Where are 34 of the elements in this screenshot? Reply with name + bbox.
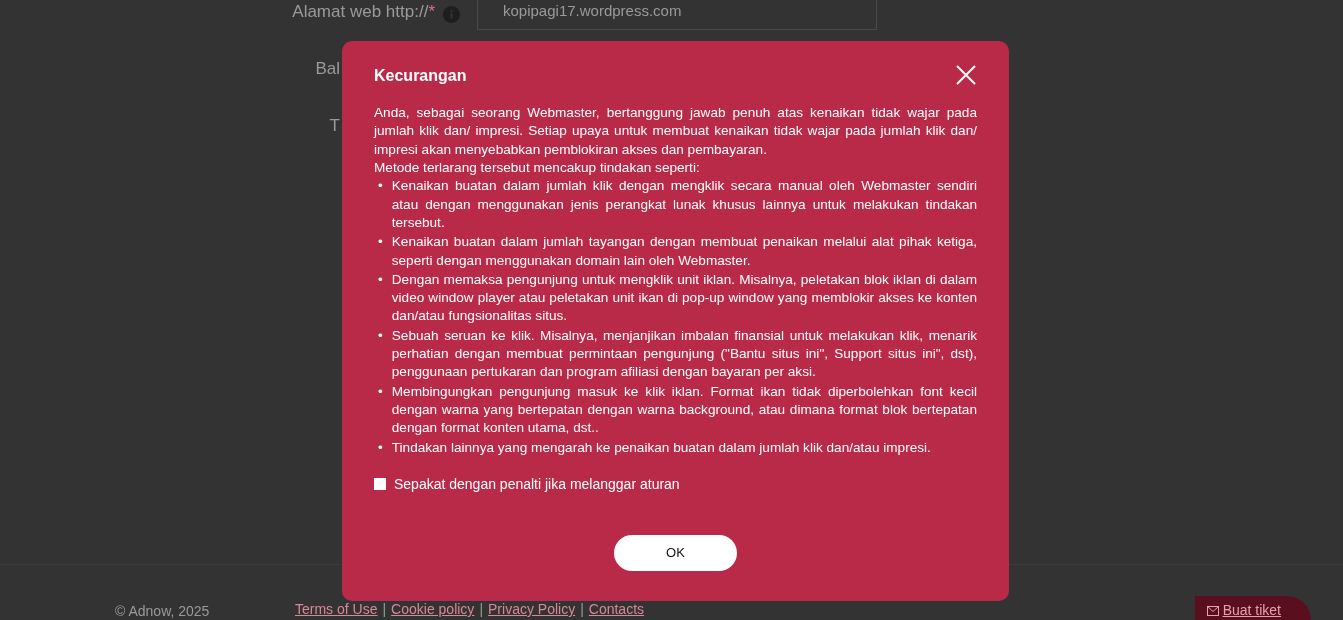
method-item: Kenaikan buatan dalam jumlah klik dengan mengklik secara manual oleh Webmaster sendiri atau dengan menggunakan jenis perangkat lunak khusus lainnya untuk melakukan tindakan tersebut. (391, 177, 977, 232)
method-item: Dengan memaksa pengunjung untuk mengklik unit iklan. Misalnya, peletakan blok iklan di dalam video window player atau peletakan unit ikan di pop-up window yang memblokir akses ke konten dan/atau fungsionalitas situs. (391, 270, 977, 326)
method-item: Sebuah seruan ke klik. Misalnya, menjanjikan imbalan finansial untuk melakukan klik, menarik perhatian dengan membuat permintaan pengunjung ("Bantu situs ini", Support situs ini", dst), penggunaan pertukaran dan program afiliasi dengan bayaran per aksi. (391, 326, 977, 382)
copyright-text: © Adnow, 2025 (115, 602, 211, 620)
footer-link[interactable]: Privacy Policy (488, 599, 576, 620)
agreement-label: Sepakat dengan penalti jika melanggar aturan (394, 474, 680, 494)
required-mark: * (428, 2, 435, 22)
ok-button[interactable]: OK (614, 535, 737, 571)
ticket-button[interactable]: Buat tiket (1194, 596, 1311, 620)
envelope-icon (1206, 605, 1219, 616)
method-item: Tindakan lainnya yang mengarah ke penaikan buatan dalam jumlah klik dan/atau impresi. (391, 438, 932, 457)
footer-link[interactable]: Contacts (588, 599, 645, 620)
link-separator: | (479, 600, 483, 619)
footer-link[interactable]: Cookie policy (391, 599, 475, 620)
bullet-mark: • (378, 326, 383, 345)
agreement-checkbox[interactable] (374, 478, 386, 491)
footer-link[interactable]: Terms of Use (295, 599, 378, 620)
field-label: Bal (315, 59, 340, 79)
close-button[interactable] (955, 63, 977, 85)
bullet-mark: • (378, 270, 383, 289)
bullet-mark: • (378, 382, 383, 401)
bullet-mark: • (378, 233, 383, 252)
field-label: Alamat web http:// (292, 2, 429, 22)
methods-heading: Metode terlarang tersebut mencakup tindakan seperti: (374, 159, 701, 178)
modal-title: Kecurangan (374, 66, 467, 86)
link-separator: | (580, 600, 584, 619)
url-field[interactable]: kopipagi17.wordpress.com (477, 0, 877, 30)
intro-paragraph: Anda, sebagai seorang Webmaster, bertanggung jawab penuh atas kenaikan tidak wajar pada jumlah klik dan/ impresi. Setiap upaya untuk membuat kenaikan tidak wajar pada jumlah klik dan/ impresi akan menyebabkan pemblokiran akses dan pembayaran. (374, 104, 977, 159)
method-item: Kenaikan buatan dalam jumlah tayangan dengan membuat penaikan melalui alat pihak ketiga, seperti dengan menggunakan domain lain oleh Webmaster. (391, 233, 977, 270)
link-separator: | (382, 600, 387, 619)
bullet-mark: • (378, 438, 383, 457)
method-item: Membingungkan pengunjung masuk ke klik iklan. Format ikan tidak diperbolehkan font kecil dengan warna yang bertepatan dengan warna background, atau dimana format blok bertepatan dengan format konten utama, dst.. (391, 382, 977, 438)
bullet-mark: • (378, 177, 383, 196)
field-label: T (329, 116, 340, 136)
